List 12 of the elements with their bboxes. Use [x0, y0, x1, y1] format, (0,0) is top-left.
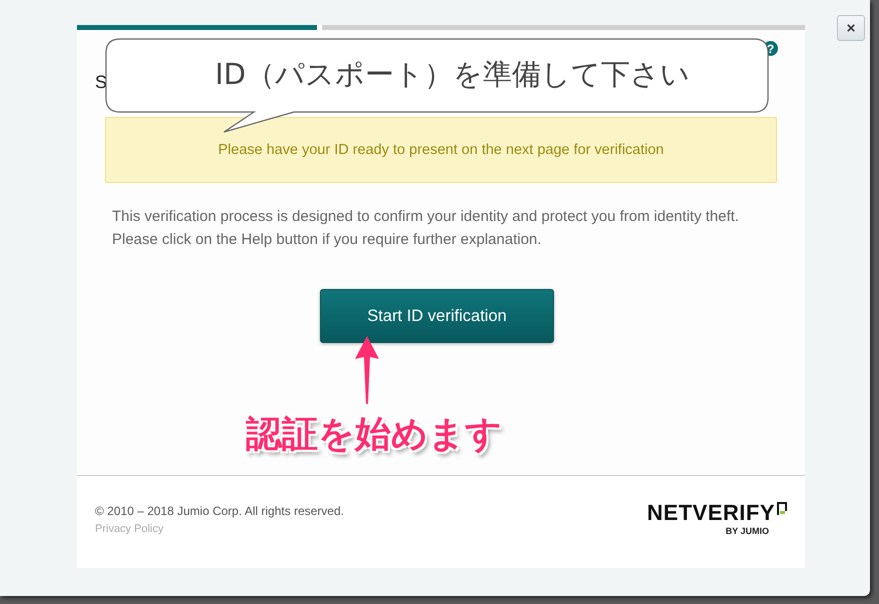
callout-text: ID（パスポート）を準備して下さい: [215, 56, 690, 93]
heading: S: [95, 72, 108, 93]
annotation-label: 認証を始めます: [246, 413, 502, 457]
copyright-text: © 2010 – 2018 Jumio Corp. All rights reserved.: [95, 504, 344, 518]
notice-message: Please have your ID ready to present on the next page for verification: [105, 117, 777, 183]
logo-wordmark: NETVERIFY: [647, 500, 775, 526]
arrow-icon: [354, 335, 380, 405]
start-verification-button[interactable]: Start ID verification: [320, 289, 554, 343]
close-button[interactable]: ×: [837, 15, 865, 41]
description-text: This verification process is designed to confirm your identity and protect you from identity theft. Please click on the Help button if you require further explanation.: [112, 207, 740, 250]
logo-byline: BY JUMIO: [726, 526, 769, 536]
bracket-icon: [777, 502, 787, 516]
